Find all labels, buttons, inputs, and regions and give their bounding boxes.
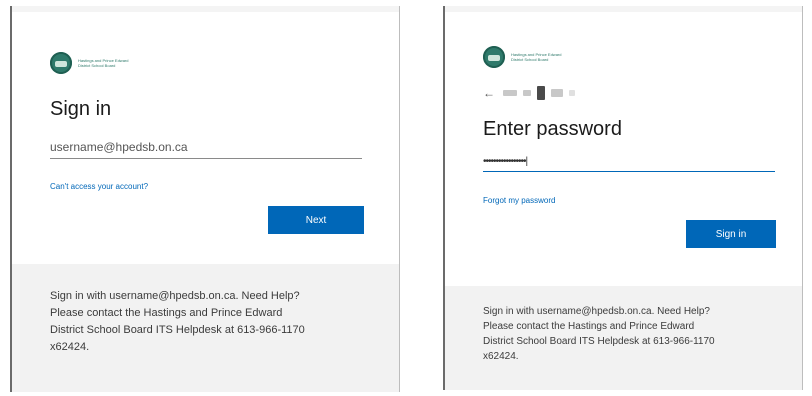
redacted-username-block — [503, 90, 517, 96]
redacted-username-block — [551, 89, 563, 97]
redacted-username-block — [569, 90, 575, 96]
account-identity-row: ← — [483, 86, 581, 100]
footer-line-3: District School Board ITS Helpdesk at 61… — [483, 336, 715, 347]
text-cursor: | — [525, 156, 529, 167]
top-strip — [445, 6, 802, 12]
footer-line-1: Sign in with username@hpedsb.on.ca. Need… — [50, 290, 300, 302]
enter-password-dialog: Hastings and Prince Edward District Scho… — [443, 6, 803, 390]
password-value: ••••••••••••••••• — [483, 156, 527, 167]
organization-logo: Hastings and Prince Edward District Scho… — [50, 52, 128, 74]
logo-line-2: District School Board — [78, 63, 116, 68]
footer-line-4: x62424. — [483, 351, 519, 362]
organization-logo: Hastings and Prince Edward District Scho… — [483, 46, 561, 68]
footer-line-2: Please contact the Hastings and Prince E… — [50, 307, 283, 319]
username-field[interactable]: username@hpedsb.on.ca — [50, 140, 362, 159]
footer-line-4: x62424. — [50, 341, 90, 353]
school-board-logo-icon — [50, 52, 72, 74]
cant-access-account-link[interactable]: Can't access your account? — [50, 182, 148, 191]
footer-line-1: Sign in with username@hpedsb.on.ca. Need… — [483, 306, 710, 317]
school-board-logo-icon — [483, 46, 505, 68]
footer-line-3: District School Board ITS Helpdesk at 61… — [50, 324, 305, 336]
redacted-username-block — [537, 86, 545, 100]
back-arrow-icon[interactable]: ← — [483, 86, 495, 100]
top-strip — [12, 6, 399, 12]
redacted-username-block — [523, 90, 531, 96]
footer-line-2: Please contact the Hastings and Prince E… — [483, 321, 695, 332]
sign-in-dialog: Hastings and Prince Edward District Scho… — [10, 6, 400, 392]
help-footer: Sign in with username@hpedsb.on.ca. Need… — [12, 264, 399, 392]
next-button[interactable]: Next — [268, 206, 364, 234]
logo-line-2: District School Board — [511, 57, 549, 62]
page-title: Enter password — [483, 118, 622, 140]
forgot-password-link[interactable]: Forgot my password — [483, 196, 555, 205]
sign-in-button[interactable]: Sign in — [686, 220, 776, 248]
help-footer: Sign in with username@hpedsb.on.ca. Need… — [445, 286, 802, 390]
password-field[interactable]: •••••••••••••••••| — [483, 156, 775, 172]
page-title: Sign in — [50, 98, 112, 120]
